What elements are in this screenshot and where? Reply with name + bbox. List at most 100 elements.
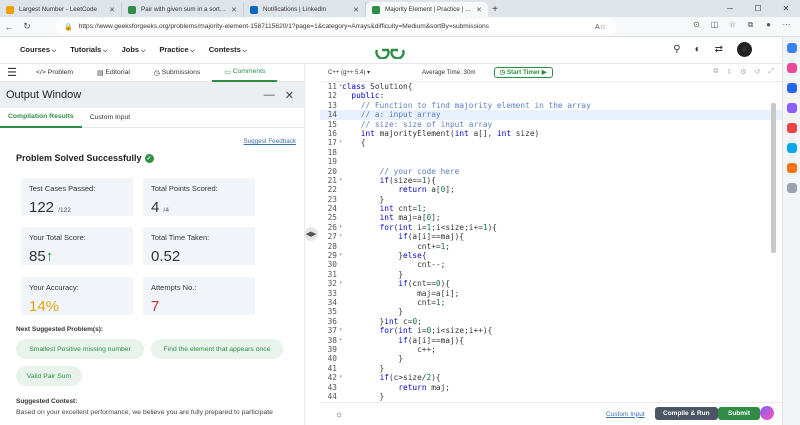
next-problem-chip[interactable]: Smallest Positive missing number — [16, 339, 144, 359]
extensions-icon[interactable]: ⊙ — [691, 19, 702, 30]
settings-icon[interactable]: ⚙ — [740, 68, 746, 76]
collections-icon[interactable]: ⧉ — [745, 19, 756, 30]
menu-icon[interactable]: ☰ — [0, 66, 24, 79]
code-line[interactable]: 39 c++; — [320, 345, 782, 354]
resize-handle-icon[interactable]: ◀▶ — [304, 227, 318, 241]
code-line[interactable]: 34 cnt=1; — [320, 298, 782, 307]
lightbulb-icon[interactable]: ☼ — [335, 409, 343, 419]
browser-tab-majority-element[interactable]: Majority Element | Practice | Gee ✕ — [366, 2, 488, 17]
code-line[interactable]: 30 cnt--; — [320, 260, 782, 269]
code-editor[interactable]: 11 ▾ class Solution{12 public: 13 // Functi… — [320, 82, 782, 402]
minimize-panel-icon[interactable]: — — [264, 89, 275, 102]
code-line[interactable]: 32 ▾ if(cnt==0){ — [320, 279, 782, 288]
code-line[interactable]: 12 public: — [320, 91, 782, 100]
browser-tab-pair-sum[interactable]: Pair with given sum in a sorted a ✕ — [122, 2, 244, 17]
fullscreen-icon[interactable]: ⤢ — [768, 68, 774, 76]
code-line[interactable]: 13 // Function to find majority element … — [320, 101, 782, 110]
new-tab-button[interactable]: + — [488, 2, 502, 17]
code-line[interactable]: 43 return maj; — [320, 383, 782, 392]
minimize-icon[interactable]: ─ — [716, 0, 744, 17]
games-icon[interactable] — [786, 103, 797, 113]
split-screen-icon[interactable]: ◫ — [709, 19, 720, 30]
nav-practice[interactable]: Practice — [159, 45, 194, 55]
code-line[interactable]: 16 int majorityElement(int a[], int size… — [320, 129, 782, 138]
submit-button[interactable]: Submit — [718, 407, 761, 420]
url-field[interactable]: 🔒 https://www.geeksforgeeks.org/problems… — [56, 19, 616, 34]
code-line[interactable]: 37 ▾ for(int i=0;i<size;i++){ — [320, 326, 782, 335]
theme-toggle-icon[interactable]: ◐ — [695, 44, 701, 55]
gfg-logo[interactable] — [374, 41, 406, 59]
editor-scrollbar[interactable] — [771, 103, 776, 253]
code-line[interactable]: 24 int cnt=1; — [320, 204, 782, 213]
outlook-icon[interactable] — [786, 143, 797, 153]
avatar[interactable]: ● — [737, 42, 752, 57]
code-line[interactable]: 17 ▾ { — [320, 138, 782, 147]
close-tab-icon[interactable]: ✕ — [109, 6, 115, 14]
read-aloud-icon[interactable]: A☆ — [595, 23, 606, 31]
search-sidebar-icon[interactable] — [786, 43, 797, 53]
code-line[interactable]: 27 ▾ if(a[i]==maj){ — [320, 232, 782, 241]
shopping-icon[interactable] — [786, 63, 797, 73]
maximize-icon[interactable]: ☐ — [744, 0, 772, 17]
code-line[interactable]: 42 ▾ if(c>size/2){ — [320, 373, 782, 382]
language-select[interactable]: C++ (g++ 5.4) ▾ — [328, 69, 370, 76]
compile-run-button[interactable]: Compile & Run — [655, 407, 718, 420]
code-line[interactable]: 44 } — [320, 392, 782, 401]
tab-custom-input[interactable]: Custom Input — [82, 108, 138, 128]
add-sidebar-icon[interactable] — [786, 183, 797, 193]
translate-icon[interactable]: ⇄ — [715, 44, 723, 55]
code-line[interactable]: 25 int maj=a[0]; — [320, 213, 782, 222]
close-tab-icon[interactable]: ✕ — [353, 6, 359, 14]
next-problem-chip[interactable]: Valid Pair Sum — [16, 366, 82, 386]
code-line[interactable]: 23 } — [320, 195, 782, 204]
copy-icon[interactable]: ⧉ — [713, 68, 718, 76]
close-panel-icon[interactable]: ✕ — [285, 89, 294, 102]
code-line[interactable]: 31 } — [320, 270, 782, 279]
drop-icon[interactable] — [786, 163, 797, 173]
code-line[interactable]: 19 — [320, 157, 782, 166]
tab-compilation-results[interactable]: Compilation Results — [0, 108, 82, 128]
nav-jobs[interactable]: Jobs — [122, 45, 146, 55]
favorites-icon[interactable]: ☆ — [727, 19, 738, 30]
tab-problem[interactable]: </> Problem — [24, 64, 85, 82]
code-line[interactable]: 41 } — [320, 364, 782, 373]
start-timer-button[interactable]: ◷ Start Timer ▶ — [493, 67, 553, 78]
code-line[interactable]: 38 ▾ if(a[i]==maj){ — [320, 336, 782, 345]
more-icon[interactable]: ⋯ — [781, 19, 792, 30]
copilot-icon[interactable] — [760, 406, 774, 420]
code-line[interactable]: 26 ▾ for(int i=1;i<size;i+=1){ — [320, 223, 782, 232]
close-window-icon[interactable]: ✕ — [772, 0, 800, 17]
code-line[interactable]: 18 — [320, 148, 782, 157]
code-line[interactable]: 29 ▾ }else{ — [320, 251, 782, 260]
download-icon[interactable]: ⇩ — [726, 68, 732, 76]
code-line[interactable]: 22 return a[0]; — [320, 185, 782, 194]
back-icon[interactable]: ← — [0, 22, 18, 32]
tab-submissions[interactable]: ◷ Submissions — [142, 64, 212, 82]
code-line[interactable]: 36 }int c=0; — [320, 317, 782, 326]
office-icon[interactable] — [786, 123, 797, 133]
code-line[interactable]: 28 cnt+=1; — [320, 242, 782, 251]
code-line[interactable]: 33 maj=a[i]; — [320, 289, 782, 298]
next-problem-chip[interactable]: Find the element that appears once — [151, 339, 283, 359]
refresh-icon[interactable]: ↻ — [18, 21, 36, 32]
nav-tutorials[interactable]: Tutorials — [70, 45, 107, 55]
suggest-feedback-link[interactable]: Suggest Feedback — [243, 138, 296, 145]
reset-icon[interactable]: ↺ — [755, 68, 761, 76]
code-line[interactable]: 15 // size: size of input array — [320, 120, 782, 129]
code-line[interactable]: 20 // your code here — [320, 167, 782, 176]
tab-comments[interactable]: ▭ Comments — [212, 64, 278, 82]
code-line[interactable]: 35 } — [320, 307, 782, 316]
tab-editorial[interactable]: ▤ Editorial — [85, 64, 142, 82]
nav-courses[interactable]: Courses — [20, 45, 56, 55]
browser-tab-leetcode[interactable]: Largest Number - LeetCode ✕ — [0, 2, 122, 17]
code-line[interactable]: 40 } — [320, 354, 782, 363]
tools-icon[interactable] — [786, 83, 797, 93]
close-tab-icon[interactable]: ✕ — [476, 6, 482, 14]
custom-input-link[interactable]: Custom Input — [606, 411, 645, 418]
profile-icon[interactable]: ● — [763, 19, 774, 30]
code-line[interactable]: 21 ▾ if(size==1){ — [320, 176, 782, 185]
search-icon[interactable]: ⚲ — [673, 44, 680, 55]
nav-contests[interactable]: Contests — [209, 45, 247, 55]
browser-tab-linkedin[interactable]: Notifications | LinkedIn ✕ — [244, 2, 366, 17]
close-tab-icon[interactable]: ✕ — [231, 6, 237, 14]
